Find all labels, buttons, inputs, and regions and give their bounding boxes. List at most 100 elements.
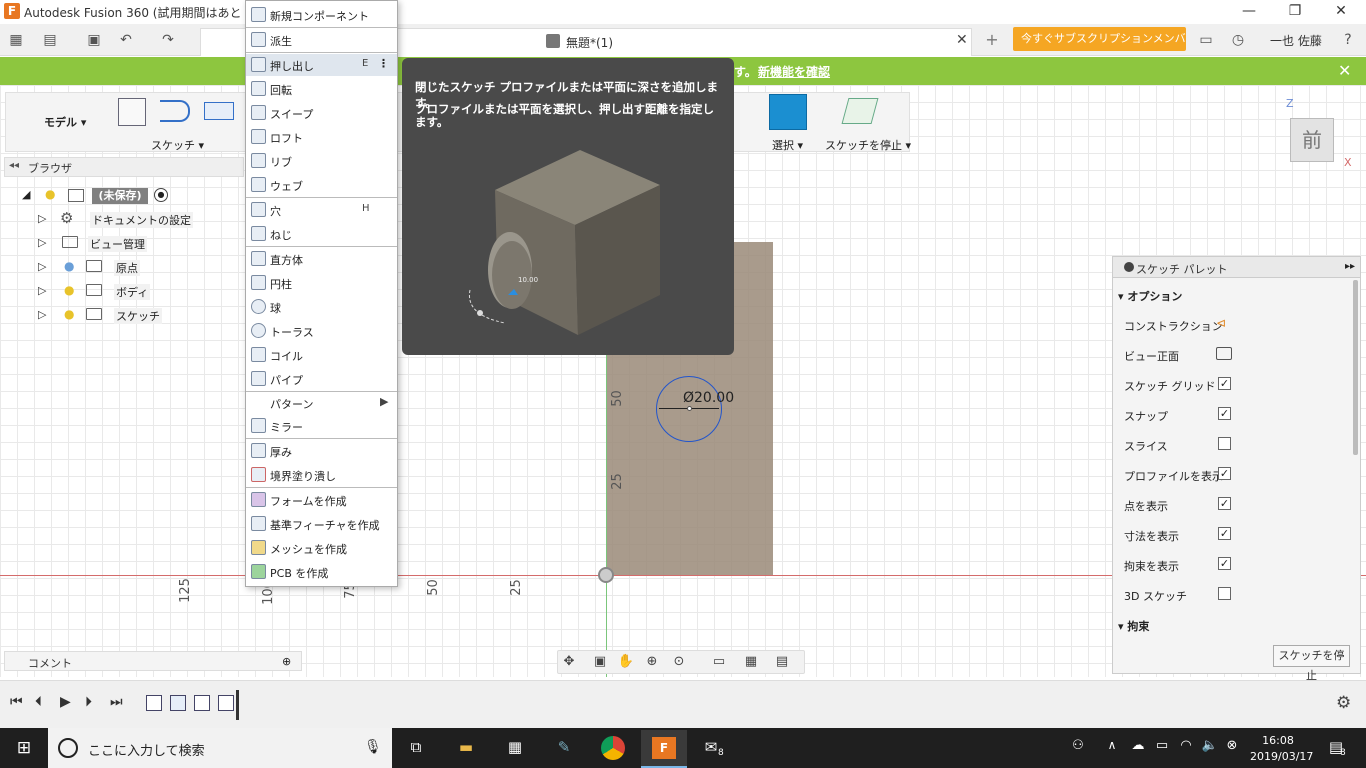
chat-icon[interactable]: ▭	[1196, 30, 1216, 50]
menu-item-box[interactable]: 直方体	[246, 248, 397, 270]
circle-center-point[interactable]	[687, 406, 692, 411]
expand-triangle-icon[interactable]: ▷	[38, 212, 46, 225]
menu-item-web[interactable]: ウェブ	[246, 174, 397, 196]
expand-triangle-icon[interactable]: ◢	[22, 188, 30, 201]
browser-item[interactable]: ▷ ● ボディ	[22, 280, 242, 302]
add-comment-icon[interactable]: ⊕	[282, 655, 291, 668]
taskbar-clock[interactable]: 16:08 2019/03/17	[1250, 733, 1313, 765]
zoom-icon[interactable]: ⊕	[643, 654, 661, 670]
go-to-start-icon[interactable]: ⏮	[10, 694, 23, 710]
document-tab-close-icon[interactable]: ✕	[956, 32, 968, 48]
menu-item-create-pcb[interactable]: PCB を作成	[246, 561, 397, 583]
select-menu[interactable]: 選択 ▾	[772, 137, 803, 153]
browser-item[interactable]: ▷ ⚙ ドキュメントの設定	[22, 208, 242, 230]
menu-item-sweep[interactable]: スイープ	[246, 102, 397, 124]
show-points-checkbox[interactable]: ✓	[1218, 497, 1231, 510]
menu-item-boundary-fill[interactable]: 境界塗り潰し	[246, 464, 397, 486]
browser-item[interactable]: ▷ ビュー管理	[22, 232, 242, 254]
snap-checkbox[interactable]: ✓	[1218, 407, 1231, 420]
menu-item-rib[interactable]: リブ	[246, 150, 397, 172]
expand-triangle-icon[interactable]: ▷	[38, 284, 46, 297]
stop-sketch-menu[interactable]: スケッチを停止 ▾	[825, 137, 911, 153]
menu-item-revolve[interactable]: 回転	[246, 78, 397, 100]
viewcube[interactable]: 前	[1290, 118, 1334, 162]
help-icon[interactable]: ?	[1338, 30, 1358, 50]
onedrive-icon[interactable]: ☁	[1126, 738, 1150, 760]
people-icon[interactable]: ⚇	[1066, 738, 1090, 760]
microphone-icon[interactable]: 🎙	[364, 739, 382, 755]
line-tool-icon[interactable]	[160, 100, 190, 122]
menu-item-mirror[interactable]: ミラー	[246, 415, 397, 437]
task-view-icon[interactable]: ⧉	[404, 738, 428, 760]
menu-item-hole[interactable]: 穴H	[246, 199, 397, 221]
maximize-button[interactable]: ❐	[1272, 0, 1318, 24]
orbit-icon[interactable]: ✥	[560, 654, 578, 670]
lightbulb-icon[interactable]: ●	[45, 187, 55, 201]
slice-checkbox[interactable]	[1218, 437, 1231, 450]
look-at-icon[interactable]: ▣	[591, 654, 609, 670]
menu-item-coil[interactable]: コイル	[246, 344, 397, 366]
banner-close-icon[interactable]: ✕	[1338, 61, 1351, 80]
file-explorer-icon[interactable]: ▬	[454, 738, 478, 760]
menu-item-sphere[interactable]: 球	[246, 296, 397, 318]
menu-item-derive[interactable]: 派生	[246, 29, 397, 51]
show-dimensions-checkbox[interactable]: ✓	[1218, 527, 1231, 540]
battery-icon[interactable]: ▭	[1150, 738, 1174, 760]
grid-settings-icon[interactable]: ▦	[742, 654, 760, 670]
constraints-section-header[interactable]: ▾ 拘束	[1118, 618, 1149, 634]
timeline-marker[interactable]	[236, 690, 239, 720]
construction-icon[interactable]: ⊲	[1216, 316, 1226, 330]
stop-sketch-button[interactable]: スケッチを停止	[1273, 645, 1350, 682]
collapse-icon[interactable]: ◂◂	[9, 160, 19, 171]
whats-new-link[interactable]: 新機能を確認	[758, 63, 830, 80]
diameter-dimension[interactable]: Ø20.00	[683, 390, 734, 406]
pan-icon[interactable]: ✋	[617, 654, 635, 670]
lightbulb-icon[interactable]: ●	[64, 307, 74, 321]
sketch-menu[interactable]: スケッチ ▾	[151, 137, 204, 153]
select-tool-icon[interactable]	[769, 94, 807, 130]
workspace-selector[interactable]: モデル ▾	[44, 114, 86, 130]
browser-item[interactable]: ▷ ● スケッチ	[22, 304, 242, 326]
step-forward-icon[interactable]: ⏵	[85, 694, 92, 710]
look-at-icon[interactable]	[1216, 347, 1232, 360]
menu-item-extrude[interactable]: 押し出し E ⋮	[246, 54, 397, 76]
rectangle-tool-icon[interactable]	[204, 102, 234, 120]
menu-item-pipe[interactable]: パイプ	[246, 368, 397, 390]
new-tab-button[interactable]: +	[982, 29, 1002, 51]
create-sketch-icon[interactable]	[118, 98, 146, 126]
go-to-end-icon[interactable]: ⏭	[110, 694, 123, 710]
menu-item-base-feature[interactable]: 基準フィーチャを作成	[246, 513, 397, 535]
menu-item-thread[interactable]: ねじ	[246, 223, 397, 245]
activate-radio-icon[interactable]: ●	[154, 188, 168, 202]
menu-item-torus[interactable]: トーラス	[246, 320, 397, 342]
origin-point[interactable]	[598, 567, 614, 583]
store-icon[interactable]: ▦	[503, 738, 527, 760]
palette-scrollbar[interactable]	[1353, 280, 1358, 455]
palette-collapse-icon[interactable]	[1124, 262, 1134, 272]
menu-item-thicken[interactable]: 厚み	[246, 440, 397, 462]
menu-item-create-form[interactable]: フォームを作成	[246, 489, 397, 511]
show-constraints-checkbox[interactable]: ✓	[1218, 557, 1231, 570]
more-options-icon[interactable]: ⋮	[378, 57, 389, 70]
file-menu-icon[interactable]: ▤	[40, 30, 60, 50]
sketch-grid-checkbox[interactable]: ✓	[1218, 377, 1231, 390]
menu-item-pattern[interactable]: パターン ▶	[246, 392, 397, 414]
lightbulb-icon[interactable]: ●	[64, 259, 74, 273]
windows-start-icon[interactable]: ⊞	[12, 738, 36, 760]
app-grid-icon[interactable]: ▦	[6, 30, 26, 50]
expand-triangle-icon[interactable]: ▷	[38, 236, 46, 249]
history-icon[interactable]: ◷	[1228, 30, 1248, 50]
timeline-feature-icon[interactable]	[194, 695, 210, 711]
options-section-header[interactable]: ▾ オプション	[1118, 288, 1182, 304]
expand-triangle-icon[interactable]: ▷	[38, 260, 46, 273]
display-settings-icon[interactable]: ▭	[710, 654, 728, 670]
ime-off-icon[interactable]: ⊗	[1220, 738, 1244, 760]
subscribe-button[interactable]: 今すぐサブスクリプションメンバーに...	[1013, 27, 1186, 51]
menu-item-loft[interactable]: ロフト	[246, 126, 397, 148]
minimize-button[interactable]: —	[1226, 0, 1272, 24]
menu-item-create-mesh[interactable]: メッシュを作成	[246, 537, 397, 559]
chrome-icon[interactable]	[601, 736, 625, 760]
timeline-sketch-icon[interactable]	[146, 695, 162, 711]
timeline-sketch-icon[interactable]	[218, 695, 234, 711]
paint-icon[interactable]: ✎	[552, 738, 576, 760]
